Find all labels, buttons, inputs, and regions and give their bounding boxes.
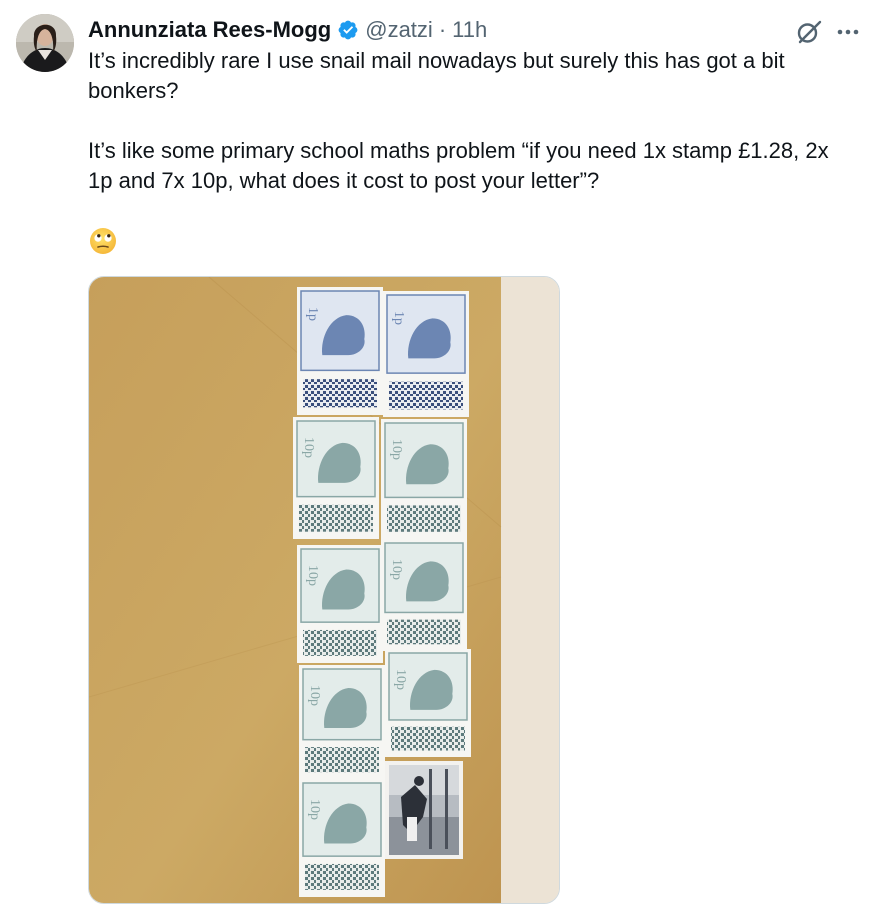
stamp-3: 10p (297, 545, 383, 663)
avatar[interactable] (16, 14, 74, 72)
tweet-photo[interactable]: 1p 10p 10p 10p 10p 1p 10p 10p 10p (88, 276, 560, 904)
tweet-text: It’s incredibly rare I use snail mail no… (88, 46, 848, 196)
pictorial-stamp (385, 761, 463, 859)
stamp-4: 10p (299, 665, 385, 779)
stamp-value: 10p (307, 799, 322, 820)
stamp-8: 10p (381, 539, 467, 651)
tweet: Annunziata Rees-Mogg @zatzi · 11h It’s i… (0, 0, 872, 919)
stamp-value: 10p (393, 669, 408, 690)
stamp-1: 1p (297, 287, 383, 415)
stamp-value: 10p (307, 685, 322, 706)
stamp-value: 10p (389, 559, 404, 580)
stamp-value: 10p (389, 439, 404, 460)
verified-badge-icon (337, 19, 359, 41)
stamp-7: 10p (381, 419, 467, 539)
rolling-eyes-emoji-icon (88, 226, 118, 256)
stamp-9: 10p (385, 649, 471, 757)
tweet-paragraph-2: It’s like some primary school maths prob… (88, 138, 829, 193)
stamp-value: 1p (391, 311, 406, 325)
stamp-5: 10p (299, 779, 385, 897)
stamp-value: 1p (305, 307, 320, 321)
stamp-2: 10p (293, 417, 379, 539)
separator-dot: · (438, 17, 447, 42)
grok-icon[interactable] (795, 18, 823, 46)
stamp-value: 10p (305, 565, 320, 586)
timestamp[interactable]: 11h (452, 16, 487, 44)
author-name[interactable]: Annunziata Rees-Mogg (88, 16, 331, 44)
tweet-paragraph-1: It’s incredibly rare I use snail mail no… (88, 48, 785, 103)
more-options-icon[interactable] (834, 20, 862, 44)
tweet-header: Annunziata Rees-Mogg @zatzi · 11h (88, 16, 487, 44)
author-handle[interactable]: @zatzi (365, 16, 433, 44)
stamp-value: 10p (301, 437, 316, 458)
stamp-6: 1p (383, 291, 469, 417)
